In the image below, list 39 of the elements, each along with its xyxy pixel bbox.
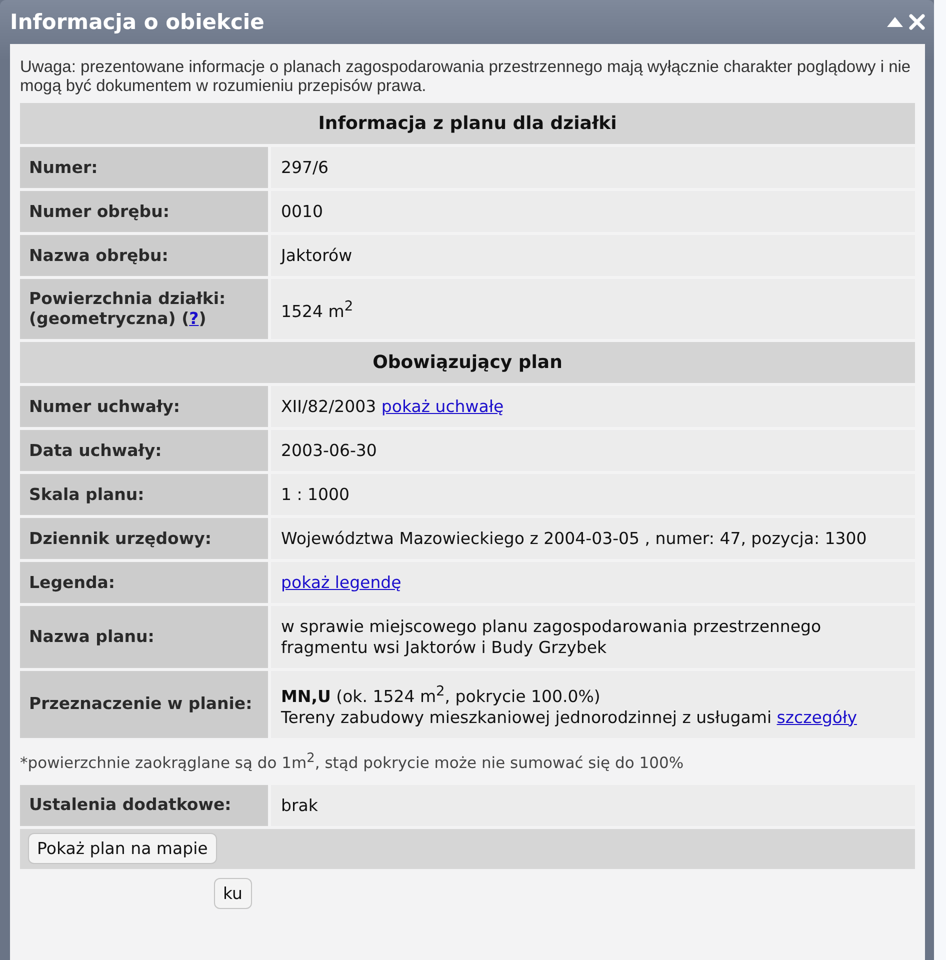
cell-text: w sprawie miejscowego planu zagospodarowania przestrzennego fragmentu wsi Jaktorów i Budy Grzybek (281, 617, 822, 657)
label-cell: Przeznaczenie w planie: (20, 671, 268, 738)
notice-text: Uwaga: prezentowane informacje o planach zagospodarowania przestrzennego mają wyłącznie charakter poglądowy i nie mogą być dokumentem w rozumieniu przepisów prawa. (20, 58, 912, 96)
label-cell: Numer: (20, 147, 268, 188)
section-header: Obowiązujący plan (20, 342, 915, 383)
link[interactable]: pokaż uchwałę (381, 397, 504, 416)
cell-text: Tereny zabudowy mieszkaniowej jednorodzinnej z usługami (281, 708, 772, 726)
cell-text: brak (281, 796, 318, 815)
action-button[interactable]: ku (214, 878, 252, 909)
cell-text: XII/82/2003 (281, 397, 376, 416)
section-header: Informacja z planu dla działki (20, 103, 915, 144)
show-map-button[interactable]: Pokaż plan na mapie (28, 832, 217, 864)
label-text: ) (198, 309, 206, 328)
footnote: *powierzchnie zaokrąglane są do 1m$^{2}$, stąd pokrycie może nie sumować się do 100% (20, 750, 685, 772)
label-cell: Nazwa obrębu: (20, 235, 268, 276)
link[interactable]: szczegóły (776, 708, 857, 726)
label-text: (geometryczna) ( (29, 309, 190, 328)
label-cell: Ustalenia dodatkowe: (20, 784, 268, 826)
cell-text: Województwa Mazowieckiego z 2004-03-05 , numer: 47, pozycja: 1300 (281, 529, 867, 548)
cell-text: 2003-06-30 (281, 441, 377, 460)
link[interactable]: pokaż legendę (281, 573, 402, 592)
cell-text: 297/6 (281, 158, 329, 177)
label-cell: Data uchwały: (20, 430, 268, 471)
help-link[interactable]: ? (189, 309, 199, 328)
label-text: Powierzchnia działki: (29, 289, 226, 308)
label-cell: Numer obrębu: (20, 191, 268, 232)
label-cell: Nazwa planu: (20, 606, 268, 668)
cell-text: 1524 m$^{2}$ (281, 302, 354, 321)
cell-text: MN,U (ok. 1524 m$^{2}$, pokrycie 100.0%) (281, 686, 600, 706)
cell-text: 1 : 1000 (281, 485, 350, 504)
label-cell: Legenda: (20, 562, 268, 603)
cell-text: 0010 (281, 202, 323, 221)
collapse-icon[interactable] (886, 16, 904, 28)
window-title: Informacja o obiekcie (10, 10, 264, 34)
close-icon[interactable] (908, 13, 926, 31)
label-cell: Skala planu: (20, 474, 268, 515)
label-cell: Dziennik urzędowy: (20, 518, 268, 559)
cell-text: Jaktorów (281, 246, 352, 265)
label-cell: Numer uchwały: (20, 386, 268, 427)
